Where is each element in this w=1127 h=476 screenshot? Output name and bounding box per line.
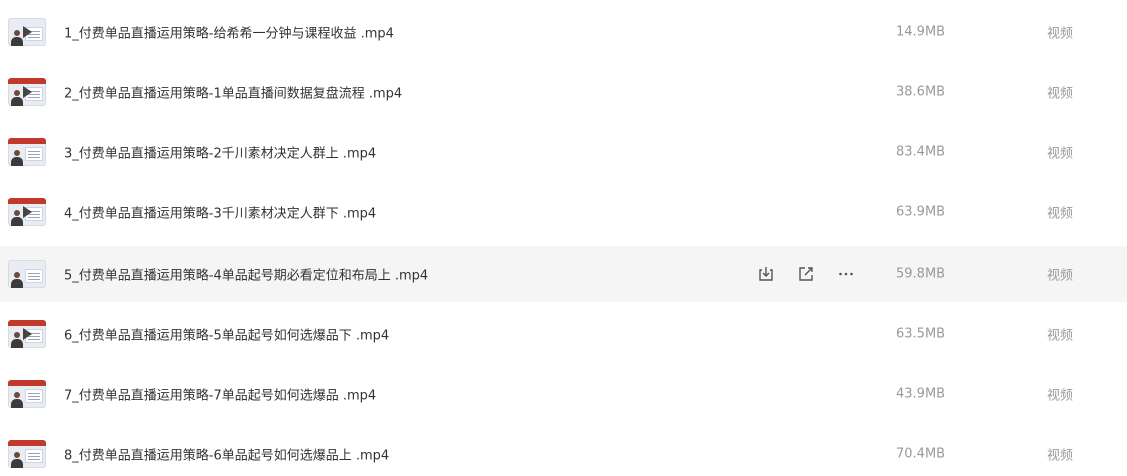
presenter-head	[14, 452, 20, 458]
presenter-body	[11, 157, 23, 166]
thumbnail-slide	[25, 449, 43, 463]
file-size: 38.6MB	[896, 84, 946, 100]
file-type: 视频	[1047, 448, 1074, 464]
file-row[interactable]: 4_付费单品直播运用策略-3千川素材决定人群下 .mp4 63.9MB 视频	[0, 184, 1127, 240]
video-thumbnail[interactable]	[8, 320, 46, 348]
presenter-body	[11, 399, 23, 408]
video-thumbnail[interactable]	[8, 18, 46, 46]
presenter-head	[14, 392, 20, 398]
file-type: 视频	[1047, 328, 1074, 344]
file-size: 43.9MB	[896, 386, 946, 402]
presenter-head	[14, 30, 20, 36]
presenter-head	[14, 210, 20, 216]
presenter-head	[14, 150, 20, 156]
slide-line	[28, 396, 40, 397]
file-row[interactable]: 1_付费单品直播运用策略-给希希一分钟与课程收益 .mp4 14.9MB 视频	[0, 4, 1127, 60]
file-size: 63.5MB	[896, 326, 946, 342]
presenter-body	[11, 279, 23, 288]
file-list: 1_付费单品直播运用策略-给希希一分钟与课程收益 .mp4 14.9MB 视频 2_付…	[0, 0, 1127, 476]
slide-line	[28, 456, 40, 457]
thumbnail-banner	[8, 198, 46, 204]
file-type: 视频	[1047, 86, 1074, 102]
slide-line	[28, 399, 40, 400]
file-type: 视频	[1047, 388, 1074, 404]
video-thumbnail[interactable]	[8, 78, 46, 106]
file-row[interactable]: 2_付费单品直播运用策略-1单品直播间数据复盘流程 .mp4 38.6MB 视频	[0, 64, 1127, 120]
file-type: 视频	[1047, 146, 1074, 162]
file-name[interactable]: 6_付费单品直播运用策略-5单品起号如何选爆品下 .mp4	[64, 325, 389, 344]
presenter-figure	[11, 392, 23, 408]
slide-line	[28, 393, 40, 394]
presenter-body	[11, 217, 23, 226]
share-icon	[799, 267, 813, 281]
file-row[interactable]: 6_付费单品直播运用策略-5单品起号如何选爆品下 .mp4 63.5MB 视频	[0, 306, 1127, 362]
file-size: 63.9MB	[896, 204, 946, 220]
thumbnail-slide	[25, 147, 43, 161]
video-thumbnail[interactable]	[8, 138, 46, 166]
file-name[interactable]: 8_付费单品直播运用策略-6单品起号如何选爆品上 .mp4	[64, 445, 389, 464]
presenter-figure	[11, 272, 23, 288]
play-icon	[23, 328, 32, 340]
presenter-body	[11, 459, 23, 468]
file-size: 83.4MB	[896, 144, 946, 160]
thumbnail-slide	[25, 269, 43, 283]
slide-line	[28, 154, 40, 155]
video-thumbnail[interactable]	[8, 380, 46, 408]
file-type: 视频	[1047, 268, 1074, 284]
presenter-figure	[11, 30, 23, 46]
video-thumbnail[interactable]	[8, 440, 46, 468]
play-icon	[23, 206, 32, 218]
video-thumbnail[interactable]	[8, 198, 46, 226]
file-size: 59.8MB	[896, 266, 946, 282]
presenter-body	[11, 37, 23, 46]
presenter-figure	[11, 452, 23, 468]
slide-line	[28, 279, 40, 280]
video-thumbnail[interactable]	[8, 260, 46, 288]
presenter-head	[14, 90, 20, 96]
thumbnail-banner	[8, 320, 46, 326]
slide-line	[28, 453, 40, 454]
file-name[interactable]: 4_付费单品直播运用策略-3千川素材决定人群下 .mp4	[64, 203, 376, 222]
thumbnail-banner	[8, 380, 46, 386]
slide-line	[28, 151, 40, 152]
play-icon	[23, 26, 32, 38]
share-button[interactable]	[796, 264, 816, 284]
presenter-figure	[11, 210, 23, 226]
file-type: 视频	[1047, 26, 1074, 42]
file-name[interactable]: 7_付费单品直播运用策略-7单品起号如何选爆品 .mp4	[64, 385, 376, 404]
download-button[interactable]	[756, 264, 776, 284]
more-icon	[839, 272, 853, 276]
slide-line	[28, 157, 40, 158]
presenter-figure	[11, 150, 23, 166]
file-name[interactable]: 1_付费单品直播运用策略-给希希一分钟与课程收益 .mp4	[64, 23, 394, 42]
file-name[interactable]: 3_付费单品直播运用策略-2千川素材决定人群上 .mp4	[64, 143, 376, 162]
file-row[interactable]: 8_付费单品直播运用策略-6单品起号如何选爆品上 .mp4 70.4MB 视频	[0, 426, 1127, 476]
slide-line	[28, 459, 40, 460]
thumbnail-banner	[8, 78, 46, 84]
row-actions	[756, 264, 876, 284]
file-type: 视频	[1047, 206, 1074, 222]
file-row[interactable]: 7_付费单品直播运用策略-7单品起号如何选爆品 .mp4 43.9MB 视频	[0, 366, 1127, 422]
presenter-figure	[11, 332, 23, 348]
presenter-head	[14, 272, 20, 278]
slide-line	[28, 276, 40, 277]
file-row[interactable]: 3_付费单品直播运用策略-2千川素材决定人群上 .mp4 83.4MB 视频	[0, 124, 1127, 180]
file-name[interactable]: 2_付费单品直播运用策略-1单品直播间数据复盘流程 .mp4	[64, 83, 402, 102]
file-size: 14.9MB	[896, 24, 946, 40]
thumbnail-banner	[8, 440, 46, 446]
presenter-body	[11, 97, 23, 106]
presenter-head	[14, 332, 20, 338]
file-size: 70.4MB	[896, 446, 946, 462]
thumbnail-slide	[25, 389, 43, 403]
thumbnail-banner	[8, 138, 46, 144]
file-row[interactable]: 5_付费单品直播运用策略-4单品起号期必看定位和布局上 .mp4 59.8MB 视频	[0, 246, 1127, 302]
file-name[interactable]: 5_付费单品直播运用策略-4单品起号期必看定位和布局上 .mp4	[64, 265, 428, 284]
more-button[interactable]	[836, 264, 856, 284]
slide-line	[28, 273, 40, 274]
play-icon	[23, 86, 32, 98]
presenter-figure	[11, 90, 23, 106]
presenter-body	[11, 339, 23, 348]
download-icon	[759, 267, 773, 281]
